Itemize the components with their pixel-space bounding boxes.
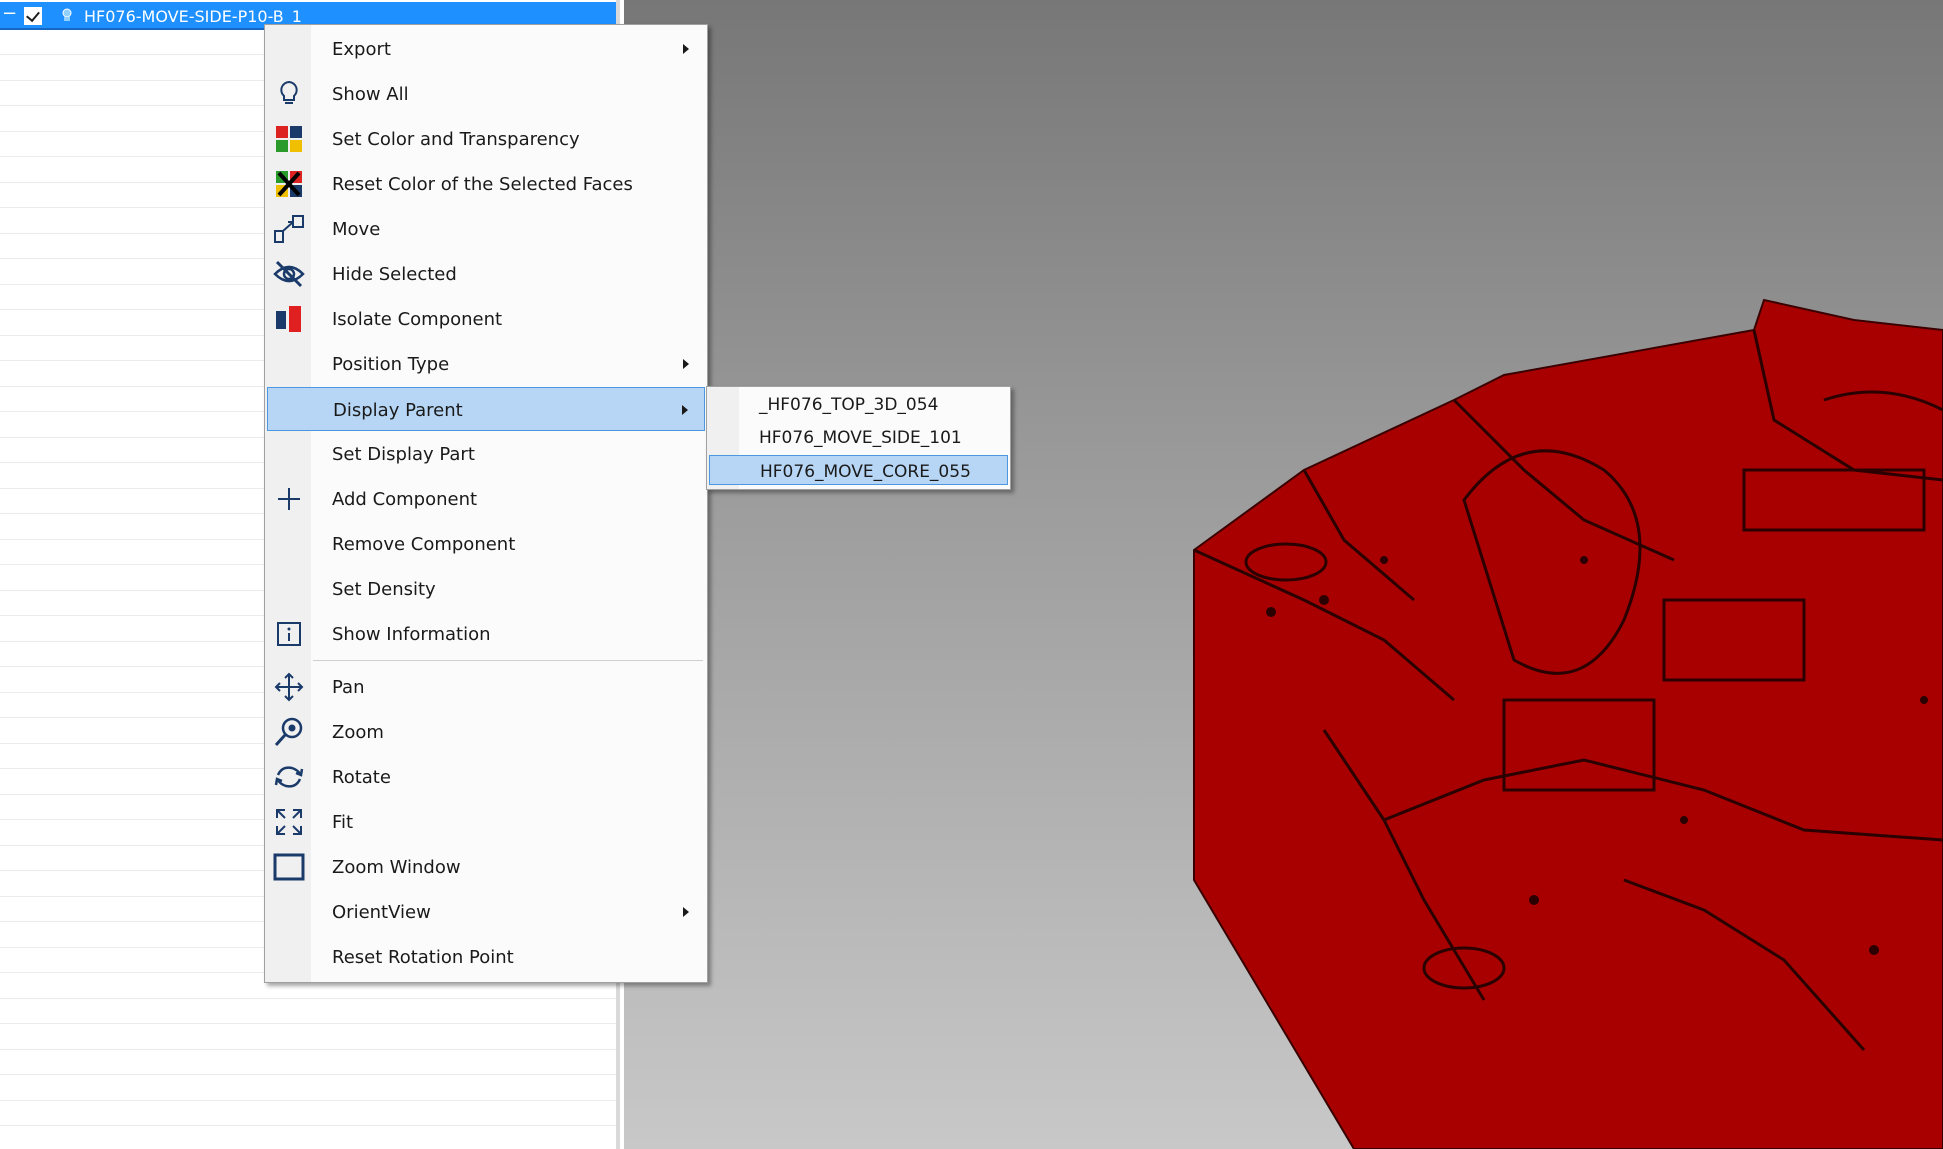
tree-row[interactable] [0, 1025, 616, 1050]
lightbulb-icon [272, 78, 306, 110]
tree-row[interactable] [0, 1127, 616, 1149]
menu-item-pan[interactable]: Pan [267, 665, 705, 709]
menu-item-label: Display Parent [333, 400, 463, 421]
menu-item-label: Add Component [332, 489, 478, 510]
submenu-item-label: HF076_MOVE_CORE_055 [760, 462, 971, 482]
move-icon [272, 213, 306, 245]
menu-item-add-component[interactable]: Add Component [267, 477, 705, 521]
menu-item-export[interactable]: Export [267, 27, 705, 71]
submenu-item-hf076-top-3d-054[interactable]: _HF076_TOP_3D_054 [709, 389, 1008, 419]
submenu-item-label: _HF076_TOP_3D_054 [759, 395, 939, 415]
menu-item-label: Reset Rotation Point [332, 947, 514, 968]
tree-row[interactable] [0, 1101, 616, 1126]
menu-item-show-all[interactable]: Show All [267, 72, 705, 116]
tree-row[interactable] [0, 999, 616, 1024]
menu-item-label: Remove Component [332, 534, 516, 555]
submenu-arrow-icon [682, 405, 688, 415]
menu-item-set-color-and-transparency[interactable]: Set Color and Transparency [267, 117, 705, 161]
menu-item-label: Hide Selected [332, 264, 457, 285]
submenu-item-hf076-move-core-055[interactable]: HF076_MOVE_CORE_055 [709, 455, 1008, 485]
reset-color-icon [272, 168, 306, 200]
submenu-arrow-icon [683, 44, 689, 54]
plus-icon [272, 483, 306, 515]
info-icon [272, 618, 306, 650]
menu-item-label: Zoom Window [332, 857, 461, 878]
visibility-checkbox[interactable] [24, 7, 42, 25]
menu-item-label: OrientView [332, 902, 431, 923]
menu-item-label: Fit [332, 812, 354, 833]
menu-item-rotate[interactable]: Rotate [267, 755, 705, 799]
pan-icon [272, 671, 306, 703]
3d-viewport[interactable] [624, 0, 1943, 1149]
mold-model [1193, 298, 1943, 1149]
menu-item-label: Show Information [332, 624, 491, 645]
menu-item-set-density[interactable]: Set Density [267, 567, 705, 611]
menu-item-hide-selected[interactable]: Hide Selected [267, 252, 705, 296]
component-icon [62, 8, 72, 21]
rotate-icon [272, 761, 306, 793]
tree-row[interactable] [0, 1050, 616, 1075]
color-grid-icon [272, 123, 306, 155]
menu-item-label: Position Type [332, 354, 450, 375]
menu-separator [313, 660, 703, 661]
menu-item-label: Pan [332, 677, 365, 698]
menu-item-fit[interactable]: Fit [267, 800, 705, 844]
menu-item-reset-rotation-point[interactable]: Reset Rotation Point [267, 935, 705, 979]
menu-item-remove-component[interactable]: Remove Component [267, 522, 705, 566]
submenu-arrow-icon [683, 907, 689, 917]
menu-item-orientview[interactable]: OrientView [267, 890, 705, 934]
menu-item-label: Set Color and Transparency [332, 129, 580, 150]
display-parent-submenu: _HF076_TOP_3D_054 HF076_MOVE_SIDE_101 HF07… [706, 386, 1011, 490]
menu-item-label: Rotate [332, 767, 391, 788]
submenu-item-hf076-move-side-101[interactable]: HF076_MOVE_SIDE_101 [709, 422, 1008, 452]
menu-item-label: Show All [332, 84, 409, 105]
zoom-window-icon [272, 851, 306, 883]
menu-item-position-type[interactable]: Position Type [267, 342, 705, 386]
menu-item-label: Isolate Component [332, 309, 503, 330]
menu-item-show-information[interactable]: Show Information [267, 612, 705, 656]
collapse-icon[interactable]: − [2, 5, 18, 23]
isolate-icon [272, 303, 306, 335]
menu-item-label: Export [332, 39, 391, 60]
menu-item-display-parent[interactable]: Display Parent [267, 387, 705, 431]
menu-item-reset-color-of-the-selected-faces[interactable]: Reset Color of the Selected Faces [267, 162, 705, 206]
submenu-arrow-icon [683, 359, 689, 369]
menu-item-move[interactable]: Move [267, 207, 705, 251]
tree-row[interactable] [0, 1076, 616, 1101]
eye-hidden-icon [272, 258, 306, 290]
menu-item-isolate-component[interactable]: Isolate Component [267, 297, 705, 341]
menu-item-label: Move [332, 219, 381, 240]
context-menu: Export Show All Set Color and Transparency… [264, 24, 708, 983]
menu-item-label: Reset Color of the Selected Faces [332, 174, 633, 195]
fit-icon [272, 806, 306, 838]
menu-item-label: Zoom [332, 722, 384, 743]
submenu-item-label: HF076_MOVE_SIDE_101 [759, 428, 962, 448]
menu-item-zoom[interactable]: Zoom [267, 710, 705, 754]
menu-item-label: Set Density [332, 579, 436, 600]
menu-item-label: Set Display Part [332, 444, 475, 465]
zoom-icon [272, 716, 306, 748]
menu-item-zoom-window[interactable]: Zoom Window [267, 845, 705, 889]
menu-item-set-display-part[interactable]: Set Display Part [267, 432, 705, 476]
